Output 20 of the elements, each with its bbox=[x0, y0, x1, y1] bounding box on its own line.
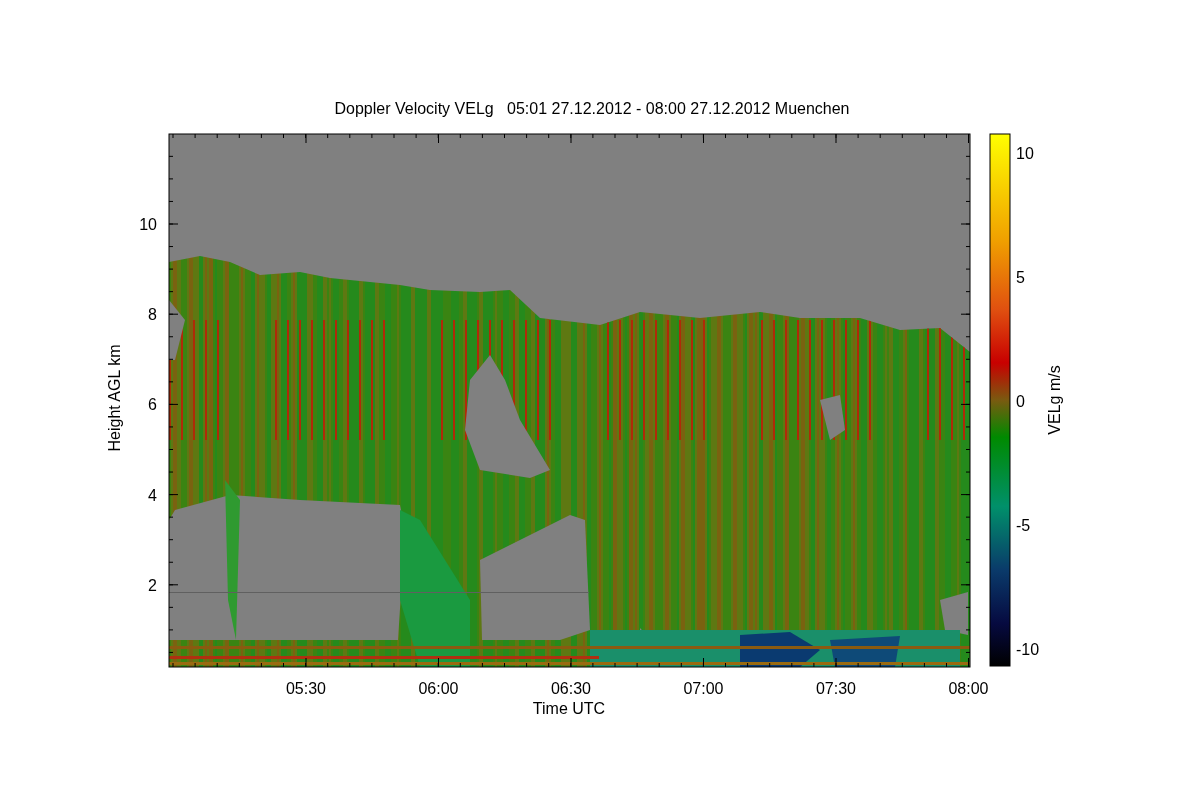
y-tick-label: 4 bbox=[148, 486, 157, 504]
colorbar-tick-label: 0 bbox=[1016, 393, 1025, 410]
x-axis-label: Time UTC bbox=[532, 700, 606, 717]
x-tick-label: 07:30 bbox=[816, 680, 856, 697]
colorbar-tick-label: 5 bbox=[1016, 269, 1025, 286]
colorbar-tick-label: -5 bbox=[1016, 517, 1031, 534]
colorbar-tick-label: 10 bbox=[1016, 145, 1034, 162]
x-tick-label: 06:30 bbox=[551, 680, 591, 697]
colorbar-label: VELg m/s bbox=[1046, 365, 1063, 435]
y-tick-label: 10 bbox=[139, 216, 157, 233]
y-tick-label: 2 bbox=[148, 576, 157, 594]
x-tick-label: 08:00 bbox=[948, 680, 989, 697]
chart-title: Doppler Velocity VELg 05:01 27.12.2012 - 08:00 27.12.2012 Muenchen bbox=[334, 100, 850, 117]
y-axis-label: Height AGL km bbox=[106, 344, 123, 452]
x-tick-label: 07:00 bbox=[683, 680, 724, 697]
y-tick-label: 6 bbox=[148, 396, 157, 414]
x-tick-label: 05:30 bbox=[286, 680, 326, 697]
x-tick-label: 06:00 bbox=[418, 680, 459, 697]
colorbar-tick-label: -10 bbox=[1016, 641, 1040, 658]
y-tick-label: 8 bbox=[148, 306, 157, 324]
